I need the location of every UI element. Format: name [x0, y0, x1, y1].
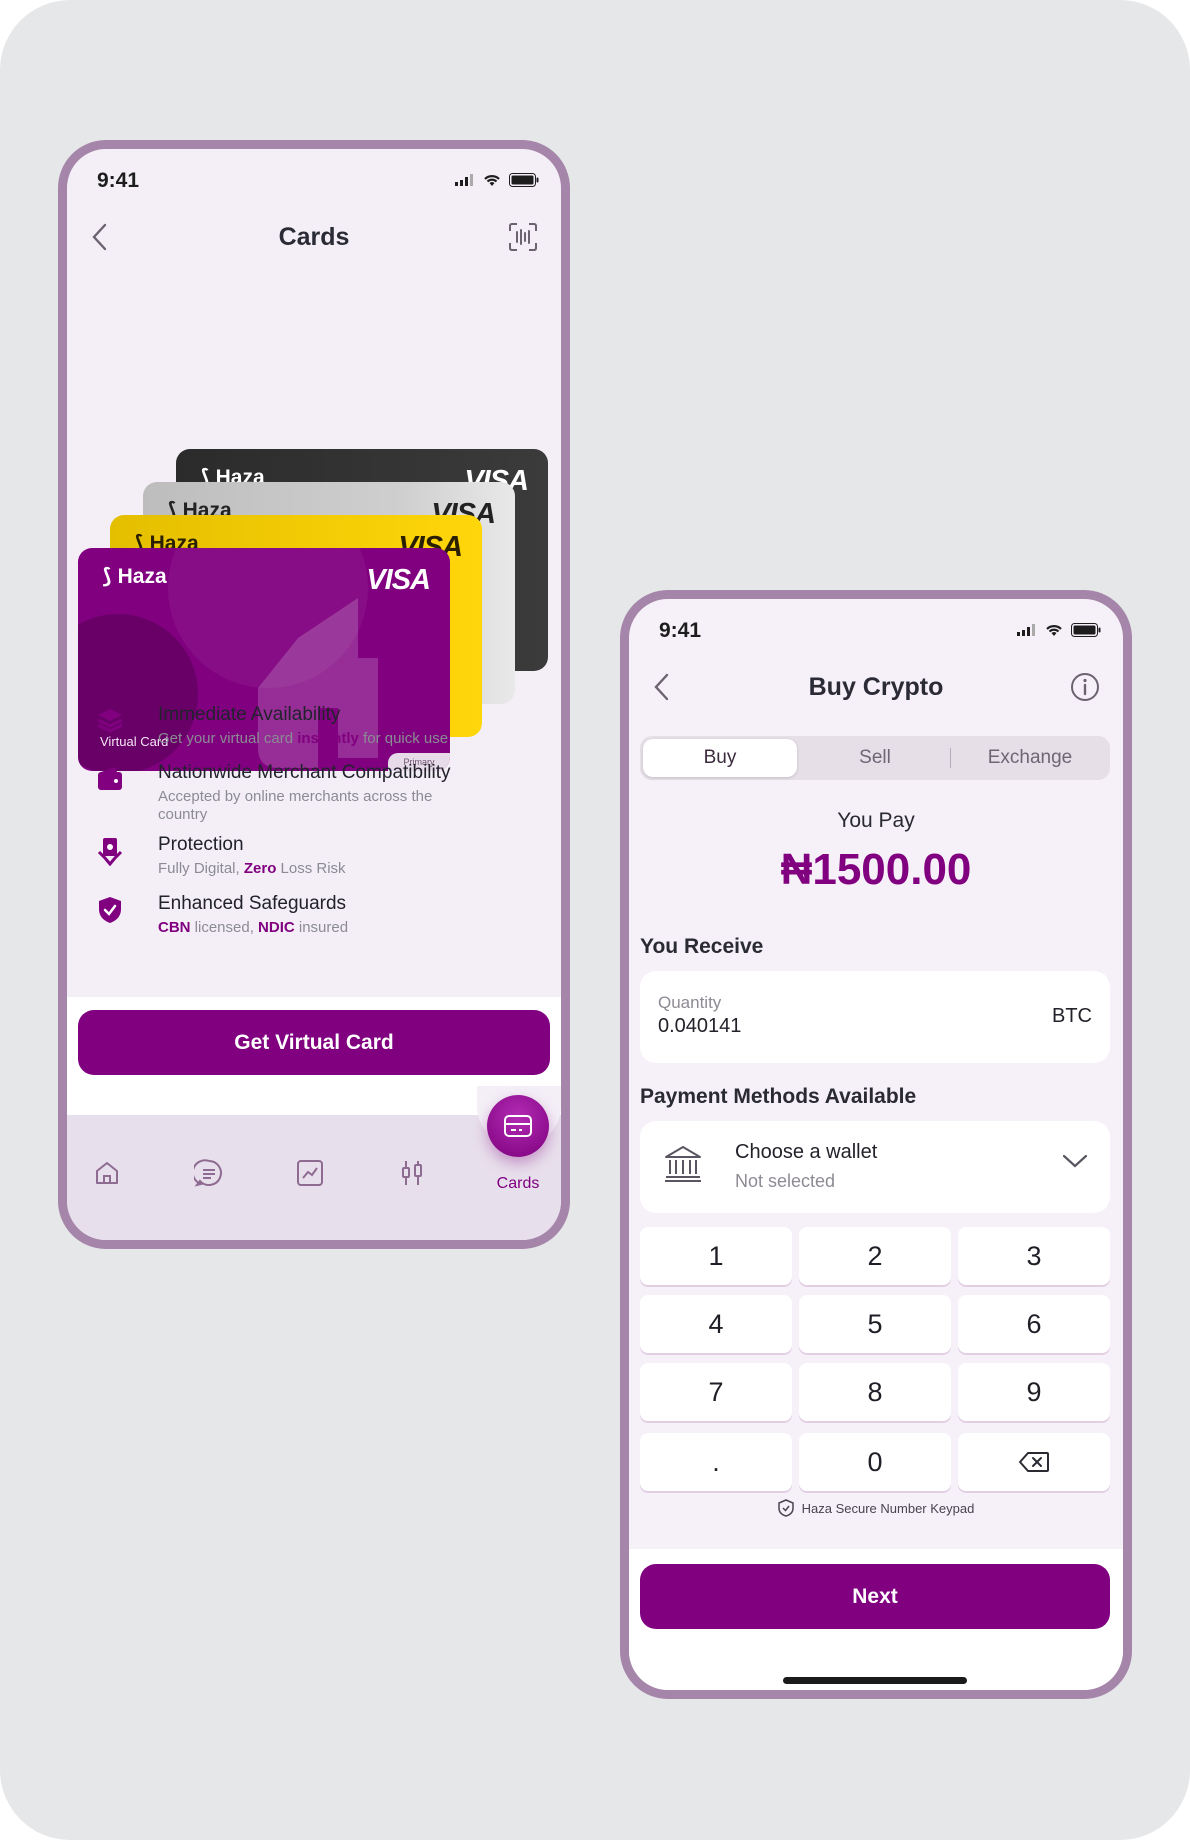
segmented-control: Buy Sell Exchange: [640, 736, 1110, 780]
haza-logo-icon: ⟆: [102, 565, 112, 588]
home-icon: [96, 1162, 118, 1184]
info-icon[interactable]: [1069, 671, 1101, 703]
tab-analytics[interactable]: [290, 1153, 330, 1193]
segment-exchange[interactable]: Exchange: [953, 739, 1107, 777]
battery-icon: [1071, 623, 1101, 637]
feature-title: Immediate Availability: [158, 704, 341, 725]
you-pay-label: You Pay: [837, 809, 915, 832]
tab-bar: Cards: [67, 1086, 561, 1249]
tab-cards[interactable]: [487, 1095, 549, 1157]
card-brand: ⟆ Haza: [102, 564, 167, 589]
feature-title: Protection: [158, 834, 244, 855]
signal-icon: [1017, 624, 1035, 636]
battery-icon: [509, 173, 539, 187]
layers-icon: [97, 709, 123, 733]
key-0[interactable]: 0: [799, 1433, 951, 1491]
header: Cards: [67, 201, 561, 271]
shield-check-icon: [99, 897, 121, 923]
page-title: Cards: [278, 223, 350, 251]
key-9[interactable]: 9: [958, 1363, 1110, 1421]
status-icons: [455, 173, 539, 187]
wallet-status: Not selected: [735, 1171, 836, 1191]
tab-home[interactable]: [87, 1153, 127, 1193]
status-bar: 9:41: [629, 599, 1123, 659]
home-indicator: [783, 1677, 967, 1684]
status-time: 9:41: [659, 619, 702, 642]
page-title: Buy Crypto: [808, 673, 944, 701]
feature-title: Nationwide Merchant Compatibility: [158, 762, 451, 783]
wallet-icon: [98, 767, 122, 790]
key-8[interactable]: 8: [799, 1363, 951, 1421]
header: Buy Crypto: [629, 651, 1123, 721]
next-button[interactable]: Next: [640, 1564, 1110, 1629]
status-icons: [1017, 623, 1101, 637]
key-2[interactable]: 2: [799, 1227, 951, 1285]
wallet-select[interactable]: Choose a wallet Not selected: [640, 1121, 1110, 1213]
quantity-label: Quantity: [658, 993, 722, 1012]
segment-sell[interactable]: Sell: [798, 739, 952, 777]
quantity-value: 0.040141: [658, 1015, 742, 1037]
status-bar: 9:41: [67, 149, 561, 209]
feature-title: Enhanced Safeguards: [158, 893, 347, 914]
money-hand-icon: [97, 838, 123, 866]
secure-text: Haza Secure Number Keypad: [801, 1500, 975, 1516]
bank-icon: [665, 1146, 701, 1182]
scan-icon[interactable]: [507, 221, 539, 253]
segment-buy[interactable]: Buy: [643, 739, 797, 777]
feature-desc: Get your virtual card instantly for quic…: [158, 730, 449, 747]
secure-keypad-note: Haza Secure Number Keypad: [629, 1499, 1123, 1517]
wallet-title: Choose a wallet: [735, 1141, 878, 1163]
canvas: 9:41 Cards ⟆ Haza VISA ⟆ Haza VISA ⟆ Haza: [0, 0, 1190, 1840]
segment-divider: [950, 748, 951, 768]
home-indicator: [221, 1242, 405, 1249]
tab-trade[interactable]: [392, 1153, 432, 1193]
shield-icon: [777, 1499, 794, 1517]
key-1[interactable]: 1: [640, 1227, 792, 1285]
backspace-icon: [1019, 1452, 1049, 1472]
card-stack[interactable]: ⟆ Haza VISA ⟆ Haza VISA ⟆ Haza VISA ⟆ Haza V…: [67, 289, 561, 771]
candles-icon: [402, 1161, 422, 1185]
status-time: 9:41: [97, 169, 140, 192]
feature-desc: Fully Digital, Zero Loss Risk: [158, 860, 346, 877]
key-4[interactable]: 4: [640, 1295, 792, 1353]
key-decimal[interactable]: .: [640, 1433, 792, 1491]
feature-desc: CBN licensed, NDIC insured: [158, 919, 349, 936]
get-virtual-card-button[interactable]: Get Virtual Card: [78, 1010, 550, 1075]
chart-icon: [297, 1160, 323, 1186]
phone-cards-screen: 9:41 Cards ⟆ Haza VISA ⟆ Haza VISA ⟆ Haza: [58, 140, 570, 1249]
wifi-icon: [484, 174, 500, 186]
chevron-down-icon: [1062, 1154, 1088, 1168]
feature-desc: Accepted by online merchants across the …: [158, 788, 433, 823]
key-3[interactable]: 3: [958, 1227, 1110, 1285]
payment-methods-label: Payment Methods Available: [640, 1085, 917, 1108]
wifi-icon: [1046, 624, 1062, 636]
tab-chat[interactable]: [189, 1153, 229, 1193]
signal-icon: [455, 174, 473, 186]
you-receive-label: You Receive: [640, 935, 764, 958]
key-backspace[interactable]: [958, 1433, 1110, 1491]
key-5[interactable]: 5: [799, 1295, 951, 1353]
chat-icon: [194, 1159, 222, 1187]
tab-cards-label: Cards: [496, 1175, 540, 1192]
card-icon: [504, 1115, 532, 1137]
receive-box: Quantity 0.040141 BTC: [640, 971, 1110, 1063]
key-7[interactable]: 7: [640, 1363, 792, 1421]
currency-code: BTC: [1052, 1005, 1092, 1027]
pay-amount: ₦1500.00: [780, 845, 972, 894]
key-6[interactable]: 6: [958, 1295, 1110, 1353]
visa-logo: VISA: [366, 564, 431, 596]
phone-buy-crypto-screen: 9:41 Buy Crypto Buy Sell Exchange You Pa…: [620, 590, 1132, 1699]
